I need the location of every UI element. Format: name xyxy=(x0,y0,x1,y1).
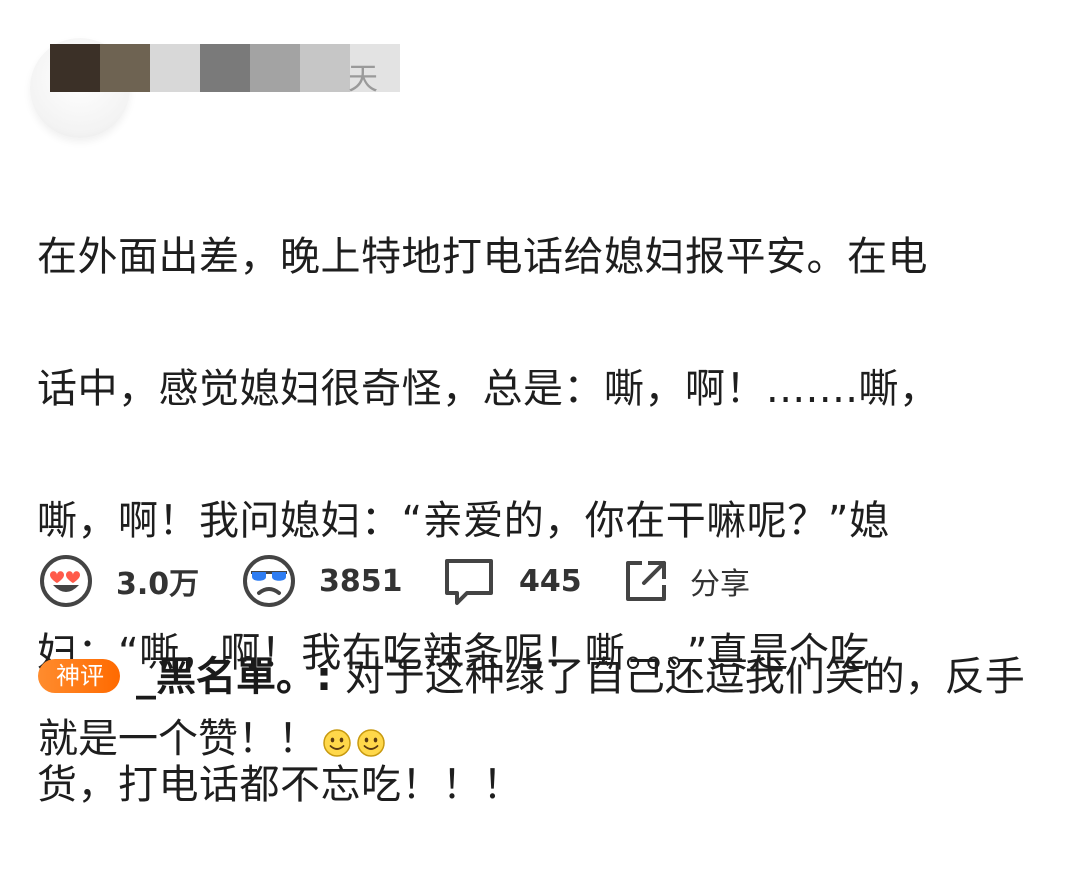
username-blur-2 xyxy=(100,44,150,92)
post-line: 嘶，啊！我问媳妇：“亲爱的，你在干嘛呢？”媳 xyxy=(37,498,890,544)
username-blur-5 xyxy=(250,44,300,92)
heart-eyes-face-icon xyxy=(38,553,94,609)
username-blur-1 xyxy=(50,44,100,92)
god-comment-badge: 神评 xyxy=(38,659,120,693)
sunglasses-frown-face-icon xyxy=(241,553,297,609)
post-line: 在外面出差，晚上特地打电话给媳妇报平安。在电 xyxy=(37,234,928,280)
like-count: 3.0万 xyxy=(116,567,200,602)
smile-face-icon xyxy=(322,714,352,776)
action-bar: 3.0万 3851 445 分享 xyxy=(38,553,798,609)
post-line: 话中，感觉媳妇很奇怪，总是：嘶，啊！.......嘶， xyxy=(37,366,940,412)
username-blur-4 xyxy=(200,44,250,92)
like-button[interactable]: 3.0万 xyxy=(38,553,199,609)
share-arrow-icon xyxy=(622,557,670,605)
speech-bubble-icon xyxy=(441,553,497,609)
post-header: 天 xyxy=(30,38,430,138)
comment-button[interactable]: 445 xyxy=(441,553,582,609)
share-label: 分享 xyxy=(690,567,750,602)
smile-face-icon xyxy=(356,714,386,776)
username-blur-3 xyxy=(150,44,200,92)
username-fragment: 天 xyxy=(348,62,378,97)
god-comment[interactable]: 神评 _黑名單。: 对于这种绿了自己还逗我们笑的，反手就是一个赞！！ xyxy=(38,646,1048,776)
comment-count: 445 xyxy=(519,563,582,599)
share-button[interactable]: 分享 xyxy=(622,553,750,609)
dislike-count: 3851 xyxy=(319,563,403,599)
commenter-name[interactable]: _黑名單。: xyxy=(136,654,332,700)
dislike-button[interactable]: 3851 xyxy=(241,553,403,609)
username-blur-6 xyxy=(300,44,350,92)
